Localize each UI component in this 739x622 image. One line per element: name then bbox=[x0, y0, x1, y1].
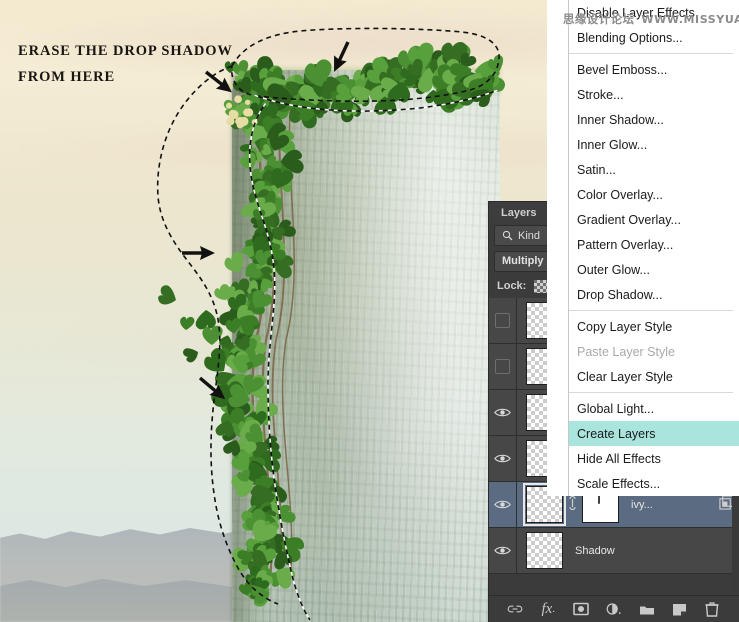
layer-thumbnail[interactable] bbox=[526, 532, 563, 569]
menu-item-inner-glow[interactable]: Inner Glow... bbox=[569, 132, 739, 157]
menu-item-satin[interactable]: Satin... bbox=[569, 157, 739, 182]
layer-effects-context-menu[interactable]: Disable Layer Effects Blending Options...… bbox=[569, 0, 739, 496]
tab-layers[interactable]: Layers bbox=[489, 202, 550, 223]
menu-item-hide-all-effects[interactable]: Hide All Effects bbox=[569, 446, 739, 471]
search-icon bbox=[502, 230, 513, 241]
context-menu-check-column: ✓✓ bbox=[547, 0, 569, 496]
visibility-checkbox[interactable] bbox=[489, 298, 517, 343]
filter-kind-label: Kind bbox=[518, 229, 541, 242]
blend-mode-label: Multiply bbox=[502, 255, 544, 267]
eye-icon[interactable] bbox=[489, 482, 517, 527]
menu-item-create-layers[interactable]: Create Layers bbox=[569, 421, 739, 446]
menu-item-stroke[interactable]: Stroke... bbox=[569, 82, 739, 107]
adjustment-layer-icon[interactable] bbox=[603, 598, 625, 620]
eye-icon[interactable] bbox=[489, 528, 517, 573]
menu-item-clear-layer-style[interactable]: Clear Layer Style bbox=[569, 364, 739, 389]
menu-item-inner-shadow[interactable]: Inner Shadow... bbox=[569, 107, 739, 132]
menu-separator bbox=[569, 53, 733, 54]
filter-kind-dropdown[interactable]: Kind bbox=[494, 225, 549, 246]
menu-item-bevel-emboss[interactable]: Bevel Emboss... bbox=[569, 57, 739, 82]
watermark-url: WWW.MISSYUAN.COM bbox=[641, 13, 739, 26]
link-layers-icon[interactable] bbox=[504, 598, 526, 620]
watermark: 思缘设计论坛 WWW.MISSYUAN.COM bbox=[563, 11, 739, 27]
delete-layer-icon[interactable] bbox=[701, 598, 723, 620]
menu-item-blending-options[interactable]: Blending Options... bbox=[569, 25, 739, 50]
menu-item-outer-glow[interactable]: Outer Glow... bbox=[569, 257, 739, 282]
eye-icon[interactable] bbox=[489, 436, 517, 481]
eye-icon[interactable] bbox=[489, 390, 517, 435]
mask-link-icon[interactable] bbox=[566, 495, 579, 513]
lock-label: Lock: bbox=[497, 280, 527, 292]
layer-name[interactable]: ivy... bbox=[619, 499, 713, 511]
menu-item-pattern-overlay[interactable]: Pattern Overlay... bbox=[569, 232, 739, 257]
annotation-line-2: FROM HERE bbox=[18, 69, 116, 85]
cliff-left-shadow-edge bbox=[232, 74, 268, 622]
menu-item-global-light[interactable]: Global Light... bbox=[569, 396, 739, 421]
layer-name[interactable]: Shadow bbox=[563, 545, 713, 557]
menu-item-gradient-overlay[interactable]: Gradient Overlay... bbox=[569, 207, 739, 232]
visibility-checkbox[interactable] bbox=[489, 344, 517, 389]
tab-layers-label: Layers bbox=[501, 206, 537, 219]
new-layer-icon[interactable] bbox=[669, 598, 691, 620]
layer-row[interactable]: Shadow bbox=[489, 528, 739, 574]
cliff-rock-face bbox=[232, 70, 500, 622]
menu-item-drop-shadow[interactable]: Drop Shadow... bbox=[569, 282, 739, 307]
photoshop-screenshot: ERASE THE DROP SHADOW FROM HERE Layers K… bbox=[0, 0, 739, 622]
menu-item-paste-layer-style: Paste Layer Style bbox=[577, 344, 675, 359]
annotation-text: ERASE THE DROP SHADOW FROM HERE bbox=[18, 38, 248, 90]
menu-item-color-overlay[interactable]: Color Overlay... bbox=[569, 182, 739, 207]
menu-item-scale-effects[interactable]: Scale Effects... bbox=[569, 471, 739, 496]
annotation-line-1: ERASE THE DROP SHADOW bbox=[18, 43, 233, 59]
menu-separator bbox=[569, 310, 733, 311]
menu-item-copy-layer-style[interactable]: Copy Layer Style bbox=[569, 314, 739, 339]
add-layer-mask-icon[interactable] bbox=[570, 598, 592, 620]
watermark-site-name: 思缘设计论坛 bbox=[563, 12, 635, 26]
fx-icon[interactable]: fx. bbox=[537, 598, 559, 620]
lock-transparent-pixels-icon[interactable] bbox=[534, 279, 548, 293]
layers-footer-toolbar[interactable]: fx. bbox=[489, 595, 739, 622]
new-group-icon[interactable] bbox=[636, 598, 658, 620]
menu-separator bbox=[569, 392, 733, 393]
